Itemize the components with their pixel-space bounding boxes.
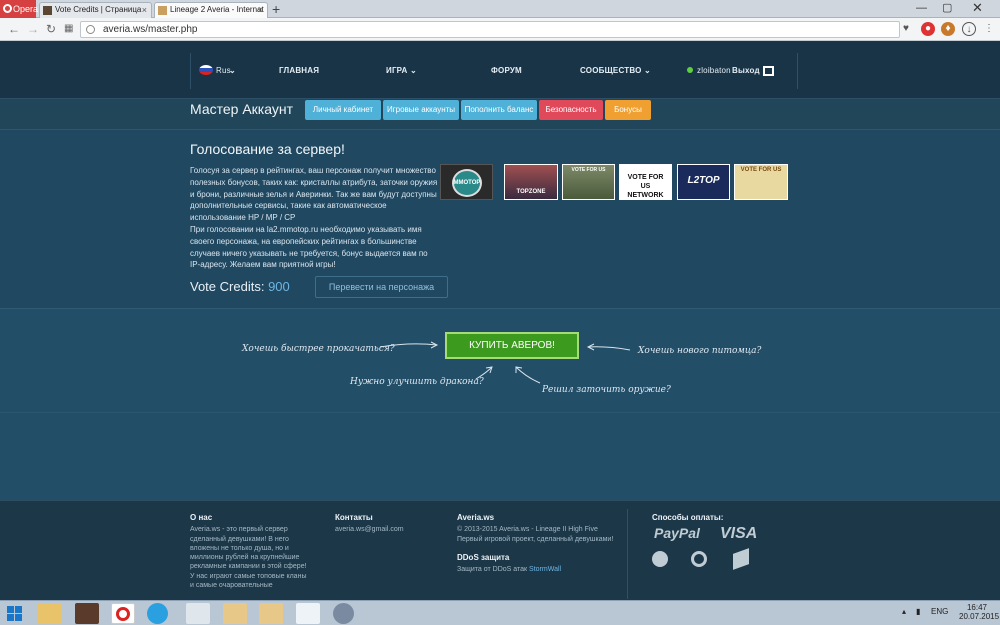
tab-vote-credits[interactable]: Vote Credits | Страница × <box>39 2 152 18</box>
browser-toolbar: ← → ↻ ▦ averia.ws/master.php ♥ ● ♦ ↓ ⋮ <box>0 18 1000 41</box>
chevron-down-icon: ⌄ <box>409 66 417 75</box>
account-bar: Мастер Аккаунт Личный кабинет Игровые ак… <box>0 99 1000 130</box>
nav-home[interactable]: ГЛАВНАЯ <box>279 53 319 89</box>
close-tab-icon[interactable]: × <box>142 3 147 17</box>
globe-icon <box>86 25 95 34</box>
footer: О нас Averia.ws - это первый сервер сдел… <box>0 500 1000 600</box>
windows-taskbar: ▴ ▮ ENG 16:47 20.07.2015 <box>0 600 1000 625</box>
menu-icon[interactable]: ⋮ <box>982 22 996 36</box>
footer-payment: Способы оплаты: <box>652 513 724 522</box>
mmotop-banner[interactable]: MMOTOP <box>440 164 493 200</box>
tab-averia[interactable]: Lineage 2 Averia - Internat × <box>154 2 268 18</box>
l2topzone-banner[interactable]: VOTE FOR US <box>734 164 788 200</box>
mmotop-logo: MMOTOP <box>451 169 482 197</box>
game-accounts-button[interactable]: Игровые аккаунты <box>383 100 459 120</box>
minimize-icon[interactable]: — <box>916 0 927 16</box>
notepad-icon[interactable] <box>296 603 320 624</box>
russia-flag-icon <box>199 65 213 75</box>
online-dot-icon <box>687 67 693 73</box>
account-title: Мастер Аккаунт <box>190 101 293 117</box>
game-app-icon[interactable] <box>75 603 99 624</box>
bonuses-button[interactable]: Бонусы <box>605 100 651 120</box>
address-bar-input[interactable]: averia.ws/master.php <box>80 21 900 38</box>
footer-divider <box>627 509 628 599</box>
clock[interactable]: 16:47 20.07.2015 <box>959 603 999 621</box>
stormwall-link[interactable]: StormWall <box>529 566 561 573</box>
nav-game[interactable]: ИГРА ⌄ <box>386 53 417 89</box>
hint-arrows <box>379 341 631 384</box>
cabinet-button[interactable]: Личный кабинет <box>305 100 381 120</box>
network-icon[interactable]: ▮ <box>916 607 920 616</box>
chevron-down-icon: ⌄ <box>229 66 236 75</box>
windows-start-icon[interactable] <box>7 606 22 621</box>
vote-title: Голосование за сервер! <box>190 141 345 157</box>
buy-section: КУПИТЬ АВЕРОВ! Хочешь быстрее прокачатьс… <box>0 308 1000 412</box>
topzone-banner[interactable]: TOPZONE <box>504 164 558 200</box>
paypal-logo: PayPal <box>654 525 700 541</box>
vote-credits-value: 900 <box>268 279 290 294</box>
opera-icon <box>3 4 12 13</box>
logout-button[interactable]: Выход <box>732 53 774 89</box>
qiwi-icon <box>691 551 707 567</box>
language-indicator[interactable]: ENG <box>931 607 948 616</box>
topup-button[interactable]: Пополнить баланс <box>461 100 537 120</box>
speed-dial-icon[interactable]: ▦ <box>64 23 73 34</box>
contact-email[interactable]: averia.ws@gmail.com <box>335 525 435 534</box>
tray-arrow-icon[interactable]: ▴ <box>902 607 906 616</box>
site-header: Rus ⌄ ГЛАВНАЯ ИГРА ⌄ ФОРУМ СООБЩЕСТВО ⌄ … <box>0 41 1000 99</box>
lineage-client-icon-2[interactable] <box>259 603 283 624</box>
webmoney-icon <box>652 551 668 567</box>
logout-icon <box>762 65 774 76</box>
extension-icon[interactable]: ♦ <box>941 22 955 36</box>
maximize-icon[interactable]: ▢ <box>942 0 952 16</box>
transfer-button[interactable]: Перевести на персонажа <box>315 276 448 298</box>
browser-tabbar: Opera Vote Credits | Страница × Lineage … <box>0 0 1000 18</box>
paint-icon[interactable] <box>186 603 210 624</box>
yandex-money-icon <box>733 548 749 570</box>
network-banner[interactable]: VOTE FOR US NETWORK <box>619 164 672 200</box>
l2top-banner[interactable]: L2TOP <box>677 164 730 200</box>
close-tab-icon[interactable]: × <box>258 3 263 17</box>
chevron-down-icon: ⌄ <box>643 66 651 75</box>
heart-icon[interactable]: ♥ <box>899 22 913 36</box>
language-selector[interactable]: Rus ⌄ <box>191 53 241 89</box>
footer-contacts: Контакты averia.ws@gmail.com <box>335 513 435 535</box>
new-tab-button[interactable]: + <box>272 1 280 17</box>
back-icon[interactable]: ← <box>8 22 20 36</box>
visa-logo: VISA <box>720 525 758 542</box>
user-status[interactable]: zloibaton <box>687 53 731 89</box>
lineage-client-icon[interactable] <box>223 603 247 624</box>
download-icon[interactable]: ↓ <box>962 22 976 36</box>
vote-credits: Vote Credits: 900 <box>190 279 290 294</box>
security-button[interactable]: Безопасность <box>539 100 603 120</box>
vote-description: Голосуя за сервер в рейтингах, ваш персо… <box>190 166 438 270</box>
reload-icon[interactable]: ↻ <box>46 22 56 36</box>
content-spacer <box>0 412 1000 500</box>
tab-favicon-icon <box>158 6 167 15</box>
adblock-icon[interactable]: ● <box>921 22 935 36</box>
forward-icon[interactable]: → <box>27 22 39 36</box>
hopzone-banner[interactable]: VOTE FOR US <box>562 164 615 200</box>
close-window-icon[interactable]: ✕ <box>972 0 983 16</box>
file-explorer-icon[interactable] <box>37 603 61 624</box>
opera-taskbar-icon[interactable] <box>111 603 135 624</box>
opera-menu-button[interactable]: Opera <box>0 0 38 18</box>
footer-about: О нас Averia.ws - это первый сервер сдел… <box>190 513 307 590</box>
teamspeak-icon[interactable] <box>333 603 354 624</box>
footer-site: Averia.ws © 2013-2015 Averia.ws - Lineag… <box>457 513 614 574</box>
main-nav: Rus ⌄ ГЛАВНАЯ ИГРА ⌄ ФОРУМ СООБЩЕСТВО ⌄ … <box>190 53 798 89</box>
vote-section: Голосование за сервер! Голосуя за сервер… <box>0 130 1000 308</box>
nav-forum[interactable]: ФОРУМ <box>491 53 522 89</box>
skype-icon[interactable] <box>147 603 168 624</box>
tab-favicon-icon <box>43 6 52 15</box>
nav-community[interactable]: СООБЩЕСТВО ⌄ <box>580 53 651 89</box>
